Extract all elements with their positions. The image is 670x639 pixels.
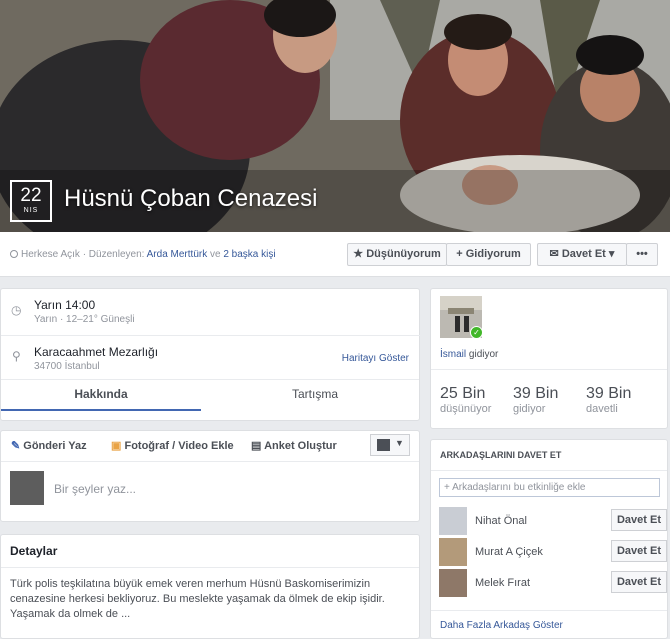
going-button[interactable]: + Gidiyorum	[446, 243, 531, 266]
avatar	[10, 471, 44, 505]
stat-going[interactable]: 39 Bin gidiyor	[513, 385, 558, 415]
interested-label: Düşünüyorum	[366, 248, 441, 260]
avatar[interactable]	[439, 538, 467, 566]
event-place[interactable]: Karacaahmet Mezarlığı	[34, 345, 158, 359]
event-description-panel: Detaylar Türk polis teşkilatına büyük em…	[0, 534, 420, 639]
star-icon: ★	[353, 248, 364, 260]
show-map-link[interactable]: Haritayı Göster	[342, 353, 409, 364]
add-photo-tab[interactable]: ▣ Fotoğraf / Video Ekle	[111, 439, 234, 452]
post-composer: ✎ Gönderi Yaz ▣ Fotoğraf / Video Ekle ▤ …	[0, 430, 420, 522]
friend-row: Nihat Önal Davet Et	[439, 507, 667, 535]
add-photo-label: Fotoğraf / Video Ekle	[124, 440, 234, 452]
invite-friend-button[interactable]: Davet Et	[611, 571, 667, 593]
stat-invited[interactable]: 39 Bin davetli	[586, 385, 631, 415]
stat-going-value: 39 Bin	[513, 385, 559, 402]
attending-person[interactable]: İsmail	[440, 349, 466, 360]
composer-input[interactable]: Bir şeyler yaz...	[54, 482, 136, 496]
friend-row: Melek Fırat Davet Et	[439, 569, 667, 597]
invite-friend-button[interactable]: Davet Et	[611, 540, 667, 562]
invite-friend-button[interactable]: Davet Et	[611, 509, 667, 531]
attendance-panel: ✓ İsmail gidiyor 25 Bin düşünüyor 39 Bin…	[430, 288, 668, 429]
avatar[interactable]	[439, 507, 467, 535]
stat-interested-label: düşünüyor	[440, 403, 492, 415]
invite-friends-panel: ARKADAŞLARINI DAVET ET + Arkadaşlarını b…	[430, 439, 668, 639]
friend-row: Murat A Çiçek Davet Et	[439, 538, 667, 566]
event-time: Yarın 14:00	[34, 298, 96, 312]
globe-icon	[10, 250, 18, 258]
cover-photo[interactable]: 22 NIS Hüsnü Çoban Cenazesi	[0, 0, 670, 232]
invite-friends-input[interactable]: + Arkadaşlarını bu etkinliğe ekle	[439, 478, 660, 497]
poll-icon: ▤	[251, 440, 262, 452]
event-day: 22	[20, 185, 42, 206]
event-date-badge: 22 NIS	[10, 180, 52, 222]
write-post-label: Gönderi Yaz	[23, 440, 87, 452]
description-heading: Detaylar	[10, 544, 58, 558]
stat-interested[interactable]: 25 Bin düşünüyor	[440, 385, 491, 415]
friend-name[interactable]: Nihat Önal	[475, 515, 527, 527]
description-text: Türk polis teşkilatına büyük emek veren …	[10, 578, 385, 620]
friend-name[interactable]: Murat A Çiçek	[475, 546, 543, 558]
stat-invited-value: 39 Bin	[586, 385, 632, 402]
attending-line: İsmail gidiyor	[440, 349, 498, 360]
event-title: Hüsnü Çoban Cenazesi	[64, 185, 318, 212]
event-details-panel: ◷ Yarın 14:00 Yarın · 12–21° Güneşli ⚲ K…	[0, 288, 421, 421]
attending-status: gidiyor	[468, 349, 499, 360]
create-poll-label: Anket Oluştur	[264, 440, 337, 452]
organizer-and: ve	[210, 249, 221, 260]
pencil-icon: ✎	[11, 440, 21, 452]
envelope-icon: ✉	[549, 248, 559, 260]
avatar[interactable]	[439, 569, 467, 597]
tab-discussion[interactable]: Tartışma	[211, 379, 419, 409]
friend-photo[interactable]: ✓	[440, 296, 483, 339]
plus-icon: +	[456, 248, 463, 260]
create-poll-tab[interactable]: ▤ Anket Oluştur	[251, 439, 337, 452]
more-friends-link[interactable]: Daha Fazla Arkadaş Göster	[440, 620, 563, 631]
friend-name[interactable]: Melek Fırat	[475, 577, 530, 589]
tab-about[interactable]: Hakkında	[1, 379, 201, 411]
invite-button[interactable]: ✉ Davet Et ▾	[537, 243, 627, 266]
invite-label: Davet Et	[561, 248, 606, 260]
stat-going-label: gidiyor	[513, 403, 546, 415]
post-as-selector[interactable]: ▼	[370, 434, 410, 456]
organizer-prefix: · Düzenleyen:	[82, 249, 145, 260]
chevron-down-icon: ▾	[608, 248, 615, 260]
event-meta: Herkese Açık · Düzenleyen: Arda Merttürk…	[10, 249, 276, 260]
going-label: Gidiyorum	[465, 248, 521, 260]
profile-thumb-icon	[377, 439, 390, 451]
stat-invited-label: davetli	[586, 403, 618, 415]
interested-button[interactable]: ★ Düşünüyorum	[347, 243, 447, 266]
check-icon: ✓	[470, 326, 483, 339]
invite-heading: ARKADAŞLARINI DAVET ET	[440, 450, 562, 460]
event-place-sub: 34700 İstanbul	[34, 361, 100, 372]
photo-icon: ▣	[111, 440, 122, 452]
write-post-tab[interactable]: ✎ Gönderi Yaz	[11, 439, 87, 452]
more-options-button[interactable]: •••	[626, 243, 658, 266]
event-time-sub: Yarın · 12–21° Güneşli	[34, 314, 135, 325]
other-organizers-link[interactable]: 2 başka kişi	[223, 249, 275, 260]
event-month: NIS	[23, 207, 39, 214]
organizer-link[interactable]: Arda Merttürk	[147, 249, 208, 260]
stat-interested-value: 25 Bin	[440, 385, 486, 402]
clock-icon: ◷	[11, 303, 22, 317]
location-pin-icon: ⚲	[12, 349, 21, 363]
chevron-down-icon: ▼	[395, 438, 404, 448]
privacy-label: Herkese Açık	[21, 249, 80, 260]
